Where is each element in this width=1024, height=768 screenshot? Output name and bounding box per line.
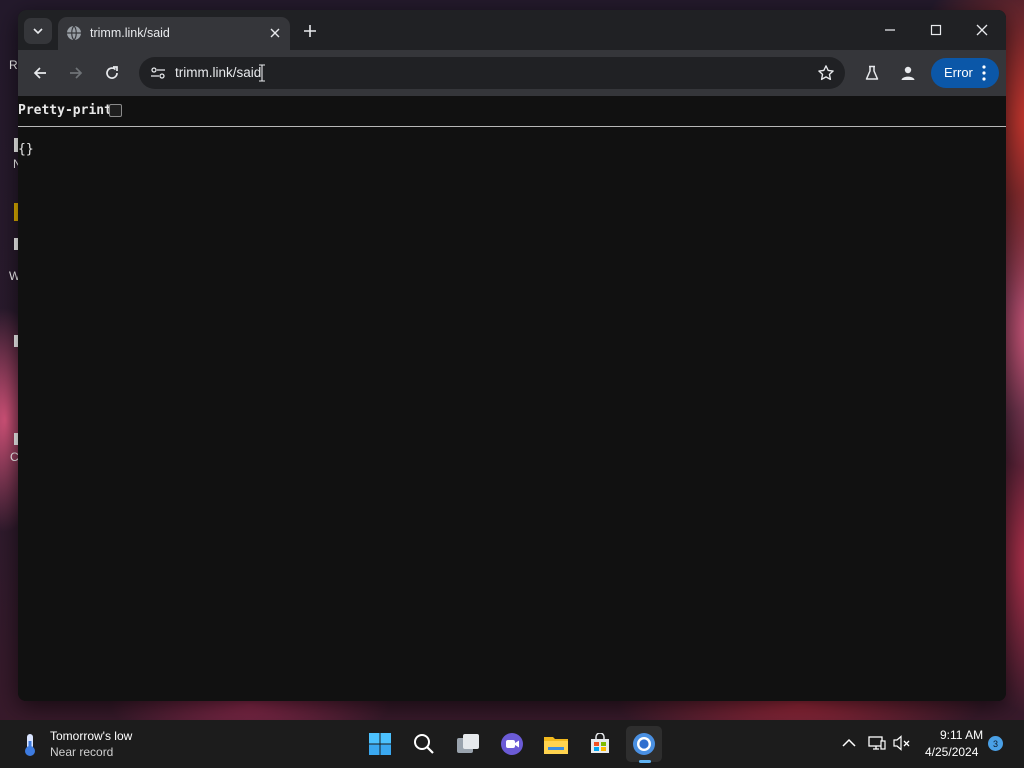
show-hidden-icons-button[interactable]	[838, 732, 860, 754]
star-icon	[818, 65, 834, 81]
site-info-icon	[151, 67, 165, 79]
back-button[interactable]	[26, 59, 54, 87]
chrome-taskbar-button[interactable]	[626, 726, 662, 763]
pretty-print-bar: Pretty-print	[18, 96, 1006, 127]
more-vert-icon	[982, 65, 986, 81]
tab-search-icon	[33, 28, 43, 35]
start-button[interactable]	[362, 726, 398, 762]
tab-close-button[interactable]	[266, 24, 284, 42]
network-tray-button[interactable]	[866, 732, 888, 754]
clock-date[interactable]: 4/25/2024	[925, 745, 978, 759]
browser-window: trimm.link/said trimm.link/said Error Pr…	[18, 10, 1006, 701]
url-text[interactable]: trimm.link/said	[175, 65, 261, 80]
forward-icon	[70, 67, 83, 79]
forward-button[interactable]	[62, 59, 90, 87]
teams-button[interactable]	[494, 726, 530, 762]
profile-button[interactable]	[894, 59, 922, 87]
search-icon	[414, 734, 434, 754]
plus-icon	[304, 25, 316, 37]
site-info-button[interactable]	[147, 62, 169, 84]
chevron-up-icon	[842, 738, 856, 747]
close-window-button[interactable]	[962, 16, 1002, 44]
store-button[interactable]	[582, 726, 618, 762]
page-content: Pretty-print {}	[18, 96, 1006, 701]
notification-badge[interactable]: 3	[988, 736, 1003, 751]
tab-strip: trimm.link/said	[18, 10, 1006, 50]
text-cursor-icon	[259, 64, 265, 82]
globe-icon	[67, 25, 81, 41]
labs-icon	[865, 65, 879, 80]
network-icon	[868, 736, 886, 750]
volume-tray-button[interactable]	[891, 732, 913, 754]
clock-time[interactable]: 9:11 AM	[940, 728, 983, 742]
task-view-icon	[457, 734, 479, 753]
pretty-print-checkbox[interactable]	[109, 104, 122, 117]
weather-title[interactable]: Tomorrow's low	[50, 729, 132, 743]
tab-search-button[interactable]	[24, 18, 52, 44]
new-tab-button[interactable]	[299, 20, 321, 42]
taskbar: Tomorrow's low Near record 9:11 AM 4/25/…	[0, 720, 1024, 768]
labs-button[interactable]	[858, 59, 886, 87]
browser-toolbar: trimm.link/said Error	[18, 50, 1006, 96]
weather-subtitle[interactable]: Near record	[50, 745, 113, 759]
back-icon	[33, 67, 46, 79]
volume-muted-icon	[893, 735, 910, 751]
file-explorer-icon	[544, 737, 568, 754]
search-button[interactable]	[406, 726, 442, 762]
active-app-indicator	[639, 760, 651, 763]
file-explorer-button[interactable]	[538, 726, 574, 762]
json-content: {}	[18, 142, 34, 157]
windows-start-icon	[369, 733, 391, 755]
teams-icon	[501, 733, 523, 755]
chrome-icon	[633, 733, 655, 755]
reload-icon	[106, 66, 118, 79]
maximize-button[interactable]	[916, 16, 956, 44]
close-icon	[976, 24, 988, 36]
minimize-icon	[885, 29, 895, 31]
error-label: Error	[944, 65, 973, 80]
close-icon	[270, 28, 280, 38]
address-bar[interactable]: trimm.link/said	[139, 57, 845, 89]
minimize-button[interactable]	[870, 16, 910, 44]
tab-title: trimm.link/said	[90, 26, 170, 40]
maximize-icon	[930, 24, 942, 36]
error-profile-button[interactable]: Error	[931, 58, 999, 88]
thermometer-icon[interactable]	[18, 732, 42, 758]
task-view-button[interactable]	[450, 726, 486, 762]
pretty-print-label: Pretty-print	[18, 103, 112, 118]
reload-button[interactable]	[98, 59, 126, 87]
browser-tab[interactable]: trimm.link/said	[58, 17, 290, 50]
store-icon	[591, 733, 609, 753]
desktop-label-fragment: R	[9, 58, 18, 72]
bookmark-star-button[interactable]	[815, 62, 837, 84]
profile-icon	[901, 66, 915, 80]
